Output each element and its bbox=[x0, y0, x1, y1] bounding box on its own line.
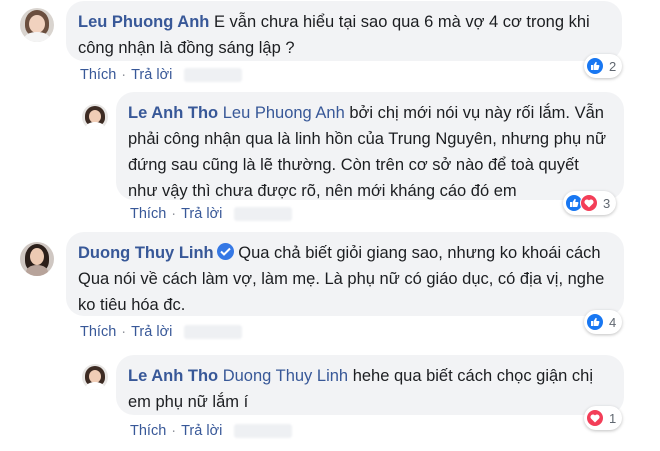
timestamp-redacted[interactable] bbox=[184, 68, 243, 83]
like-icon bbox=[586, 313, 604, 331]
verified-badge-icon bbox=[216, 243, 234, 260]
timestamp-redacted[interactable] bbox=[184, 325, 243, 340]
comment-actions: Thích · Trả lời bbox=[80, 322, 243, 342]
like-link[interactable]: Thích bbox=[80, 67, 116, 83]
reply-link[interactable]: Trả lời bbox=[131, 324, 172, 340]
comment-bubble: Le Anh Tho Duong Thuy Linh hehe qua biết… bbox=[116, 355, 624, 415]
mention-link[interactable]: Leu Phuong Anh bbox=[223, 104, 345, 122]
separator-dot: · bbox=[171, 206, 177, 222]
commenter-name[interactable]: Leu Phuong Anh bbox=[78, 13, 209, 31]
reply-link[interactable]: Trả lời bbox=[131, 67, 172, 83]
like-link[interactable]: Thích bbox=[130, 423, 166, 439]
separator-dot: · bbox=[121, 67, 127, 83]
mention-link[interactable]: Duong Thuy Linh bbox=[223, 367, 348, 385]
like-link[interactable]: Thích bbox=[130, 206, 166, 222]
reaction-count: 2 bbox=[609, 58, 617, 74]
comment-actions: Thích · Trả lời bbox=[130, 421, 293, 441]
like-link[interactable]: Thích bbox=[80, 324, 116, 340]
reaction-summary[interactable]: 4 bbox=[584, 310, 623, 334]
love-icon bbox=[580, 194, 598, 212]
reaction-count: 1 bbox=[609, 410, 617, 426]
like-icon bbox=[586, 57, 604, 75]
love-icon bbox=[586, 409, 604, 427]
timestamp-redacted[interactable] bbox=[234, 424, 293, 439]
avatar[interactable] bbox=[82, 104, 108, 130]
commenter-name[interactable]: Duong Thuy Linh bbox=[78, 244, 214, 262]
comment-bubble: Le Anh Tho Leu Phuong Anh bởi chị mới nó… bbox=[116, 92, 624, 200]
comment-actions: Thích · Trả lời bbox=[80, 65, 243, 85]
reaction-summary[interactable]: 1 bbox=[584, 406, 623, 430]
reaction-summary[interactable]: 2 bbox=[584, 54, 623, 78]
separator-dot: · bbox=[171, 423, 177, 439]
commenter-name[interactable]: Le Anh Tho bbox=[128, 367, 218, 385]
reaction-count: 4 bbox=[609, 314, 617, 330]
avatar[interactable] bbox=[82, 364, 108, 390]
comment-bubble: Leu Phuong Anh E vẫn chưa hiểu tại sao q… bbox=[66, 1, 622, 61]
avatar[interactable] bbox=[20, 242, 54, 276]
timestamp-redacted[interactable] bbox=[234, 207, 293, 222]
comment-bubble: Duong Thuy Linh Qua chả biết giỏi giang … bbox=[66, 232, 624, 316]
avatar[interactable] bbox=[20, 8, 54, 42]
comment-actions: Thích · Trả lời bbox=[130, 204, 293, 224]
reaction-summary[interactable]: 3 bbox=[563, 191, 617, 215]
reply-link[interactable]: Trả lời bbox=[181, 423, 222, 439]
commenter-name[interactable]: Le Anh Tho bbox=[128, 104, 218, 122]
separator-dot: · bbox=[121, 324, 127, 340]
reply-link[interactable]: Trả lời bbox=[181, 206, 222, 222]
reaction-count: 3 bbox=[603, 195, 611, 211]
